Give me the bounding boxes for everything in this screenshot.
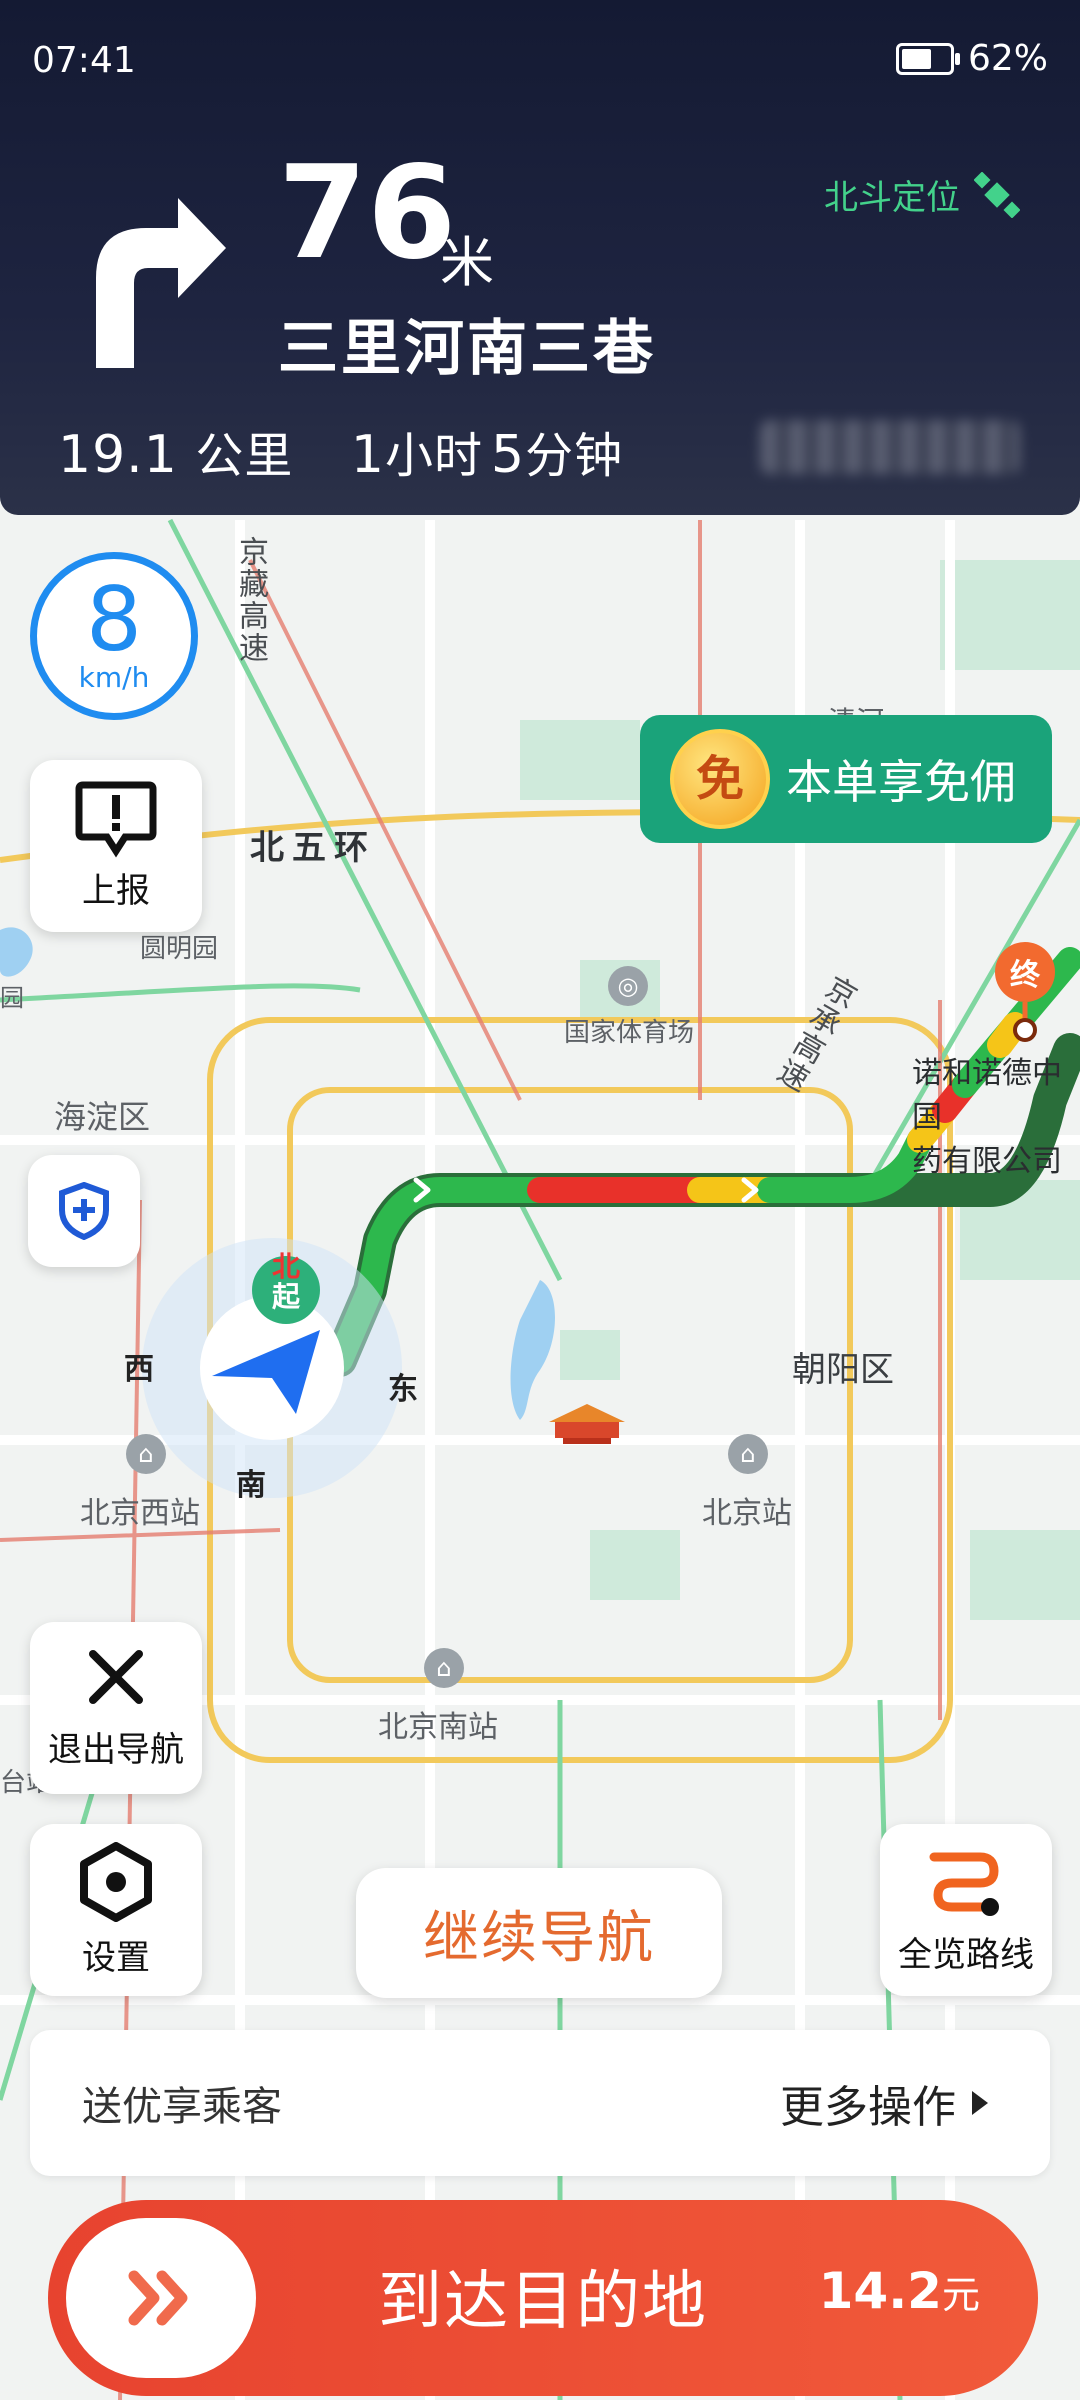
beijing-station-poi-icon: ⌂ — [728, 1434, 768, 1474]
order-action-bar: 送优享乘客 更多操作 — [30, 2030, 1050, 2176]
blurred-info — [760, 420, 1020, 474]
map-lake — [510, 1280, 555, 1420]
safety-shield-button[interactable] — [28, 1155, 140, 1267]
map-label-edge-1: 园 — [0, 984, 24, 1012]
shield-icon — [59, 1182, 109, 1240]
route-overview-button[interactable]: 全览路线 — [880, 1824, 1052, 1996]
free-badge-icon: 免 — [670, 729, 770, 829]
report-button[interactable]: 上报 — [30, 760, 202, 932]
map-label-haidian: 海淀区 — [54, 1098, 151, 1136]
map-park — [520, 720, 640, 800]
remaining-distance-unit: 公里 — [195, 428, 294, 484]
route-overview-icon — [929, 1852, 999, 1916]
south-station-poi-icon: ⌂ — [424, 1648, 464, 1688]
remaining-distance: 19.1 — [58, 425, 178, 485]
report-label: 上报 — [82, 870, 150, 911]
compass-east: 东 — [388, 1372, 418, 1407]
map-label-south-station: 北京南站 — [378, 1710, 498, 1745]
double-chevron-right-icon — [128, 2270, 188, 2326]
speed-value: 8 — [86, 567, 142, 671]
forbidden-city-icon — [549, 1404, 625, 1444]
settings-icon — [80, 1841, 152, 1922]
positioning-label: 北斗定位 — [824, 178, 960, 218]
start-marker: 北起 — [271, 1250, 300, 1313]
stadium-poi-icon: ◎ — [608, 966, 648, 1006]
settings-label: 设置 — [82, 1937, 150, 1978]
destination-name: 诺和诺德中国 药有限公司 — [912, 1056, 1062, 1179]
next-turn-distance-unit: 米 — [440, 231, 494, 294]
commission-free-banner[interactable]: 免 本单享免佣 — [640, 715, 1052, 843]
more-actions-label: 更多操作 — [780, 2082, 956, 2133]
battery-percent: 62% — [967, 38, 1048, 79]
speed-unit: km/h — [78, 661, 150, 695]
trip-summary: 19.1 公里 1小时 5分钟 — [58, 416, 663, 486]
map-label-beijing-station: 北京站 — [702, 1496, 792, 1531]
map-label-jingzang-expressway: 京藏高速 — [233, 536, 268, 664]
map-park — [590, 1530, 680, 1600]
remaining-hours-unit: 小时 — [384, 428, 483, 484]
arrive-label: 到达目的地 — [378, 2265, 708, 2339]
status-battery: 62% — [895, 38, 1048, 79]
triangle-right-icon — [972, 2091, 988, 2115]
next-street-name: 三里河南三巷 — [278, 314, 656, 384]
map-label-ring-road: 北五环 — [250, 828, 376, 868]
more-actions-button[interactable]: 更多操作 — [780, 2071, 990, 2135]
remaining-hours: 1 — [350, 425, 385, 485]
turn-right-arrow-icon — [96, 198, 226, 368]
satellite-icon — [974, 171, 1020, 218]
map-label-stadium: 国家体育场 — [564, 1018, 695, 1048]
speed-indicator: 8 km/h — [30, 552, 198, 720]
passenger-type-label: 送优享乘客 — [82, 2084, 282, 2130]
map-label-yuanmingyuan: 圆明园 — [140, 934, 219, 964]
navigation-header: 07:41 62% 76 米 三里河南三巷 北斗定位 19.1 公里 1小时 5分… — [0, 0, 1080, 515]
report-icon — [75, 781, 157, 857]
promo-label: 本单享免佣 — [786, 755, 1016, 809]
next-turn-distance: 76 — [278, 139, 457, 288]
settings-button[interactable]: 设置 — [30, 1824, 202, 1996]
map-park — [560, 1330, 620, 1380]
compass-south: 南 — [236, 1468, 266, 1503]
west-station-poi-icon: ⌂ — [126, 1434, 166, 1474]
map-park — [970, 1530, 1080, 1620]
arrive-destination-slider[interactable]: 到达目的地 14.2元 — [48, 2200, 1038, 2396]
battery-icon — [895, 42, 960, 75]
end-marker-label: 终 — [1010, 958, 1040, 993]
map-lake — [0, 927, 33, 977]
remaining-minutes: 5 — [490, 425, 526, 485]
exit-navigation-button[interactable]: 退出导航 — [30, 1622, 202, 1794]
route-overview-label: 全览路线 — [898, 1934, 1034, 1975]
fare-amount: 14.2元 — [818, 2262, 980, 2320]
slide-handle[interactable] — [66, 2218, 256, 2378]
remaining-minutes-unit: 分钟 — [525, 428, 624, 484]
compass-west: 西 — [124, 1352, 154, 1387]
map-label-chaoyang: 朝阳区 — [792, 1350, 894, 1390]
close-icon — [89, 1649, 143, 1704]
map-label-west-station: 北京西站 — [80, 1496, 200, 1531]
status-time: 07:41 — [32, 40, 136, 81]
exit-navigation-label: 退出导航 — [48, 1729, 184, 1770]
map-park — [940, 560, 1080, 670]
beidou-positioning: 北斗定位 — [824, 170, 1020, 219]
continue-navigation-button[interactable]: 继续导航 — [356, 1868, 722, 1998]
